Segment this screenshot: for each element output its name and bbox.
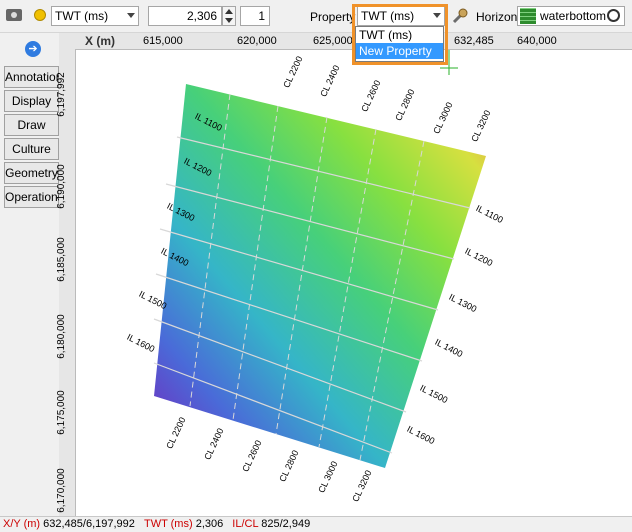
property-label: Property (310, 10, 356, 24)
status-xy-value: 632,485/6,197,992 (43, 518, 135, 530)
step-field[interactable]: 1 (240, 6, 270, 26)
tab-geometry[interactable]: Geometry (4, 162, 59, 184)
y-ruler: 6,197,992 6,190,000 6,185,000 6,180,000 … (55, 49, 76, 516)
horizon-grid-icon (520, 8, 536, 24)
y-tick: 6,197,992 (55, 72, 67, 117)
status-twt-value: 2,306 (195, 518, 224, 530)
x-tick: 640,000 (517, 35, 557, 47)
toolbar: TWT (ms) 2,306 1 Property TWT (ms) Horiz… (0, 0, 632, 33)
value-spinner[interactable] (222, 6, 236, 26)
camera-icon[interactable] (6, 9, 22, 21)
x-tick: 615,000 (143, 35, 183, 47)
value-field[interactable]: 2,306 (148, 6, 222, 26)
y-tick: 6,185,000 (55, 237, 67, 282)
status-dot-icon (34, 9, 46, 21)
tab-operations[interactable]: Operations (4, 186, 64, 208)
status-xy-label: X/Y (m) (3, 518, 41, 530)
map-svg (153, 50, 486, 468)
tab-draw[interactable]: Draw (4, 114, 59, 136)
x-tick: 632,485 (454, 35, 494, 47)
horizon-label: Horizon (476, 10, 518, 24)
property-combo-value: TWT (ms) (361, 9, 415, 23)
attribute-combo-value: TWT (ms) (55, 9, 109, 23)
chevron-down-icon (433, 13, 441, 18)
nav-arrow-icon[interactable]: ➔ (25, 41, 41, 57)
status-ilcl-value: 825/2,949 (261, 518, 311, 530)
attribute-combo[interactable]: TWT (ms) (51, 6, 139, 26)
x-tick: 625,000 (313, 35, 353, 47)
tab-annotation[interactable]: Annotation (4, 66, 62, 88)
spin-up-icon[interactable] (225, 9, 233, 14)
map-canvas[interactable]: IL 1100 IL 1200 IL 1300 IL 1400 IL 1500 … (59, 33, 632, 516)
ruler-corner (59, 33, 75, 49)
search-icon[interactable] (607, 9, 620, 22)
x-ruler: X (m) 615,000 620,000 625,000 632,485 64… (75, 33, 632, 50)
spin-down-icon[interactable] (225, 18, 233, 23)
property-dropdown: TWT (ms) New Property (355, 26, 444, 62)
wrench-icon[interactable] (451, 7, 469, 25)
y-tick: 6,170,000 (55, 468, 67, 513)
y-tick: 6,190,000 (55, 164, 67, 209)
x-axis-label: X (m) (85, 34, 115, 48)
x-tick: 620,000 (237, 35, 277, 47)
tab-display[interactable]: Display (4, 90, 59, 112)
y-tick: 6,180,000 (55, 314, 67, 359)
dropdown-option-new-property[interactable]: New Property (356, 43, 443, 59)
status-bar: X/Y (m) 632,485/6,197,992 TWT (ms) 2,306… (0, 516, 632, 532)
status-twt-label: TWT (ms) (143, 518, 193, 530)
property-combo[interactable]: TWT (ms) (357, 6, 445, 26)
dropdown-option-twt[interactable]: TWT (ms) (356, 27, 443, 43)
chevron-down-icon (127, 13, 135, 18)
status-ilcl-label: IL/CL (232, 518, 259, 530)
tab-culture[interactable]: Culture (4, 138, 59, 160)
horizon-value: waterbottom (540, 9, 607, 23)
y-tick: 6,175,000 (55, 390, 67, 435)
horizon-selector[interactable]: waterbottom (517, 6, 625, 26)
